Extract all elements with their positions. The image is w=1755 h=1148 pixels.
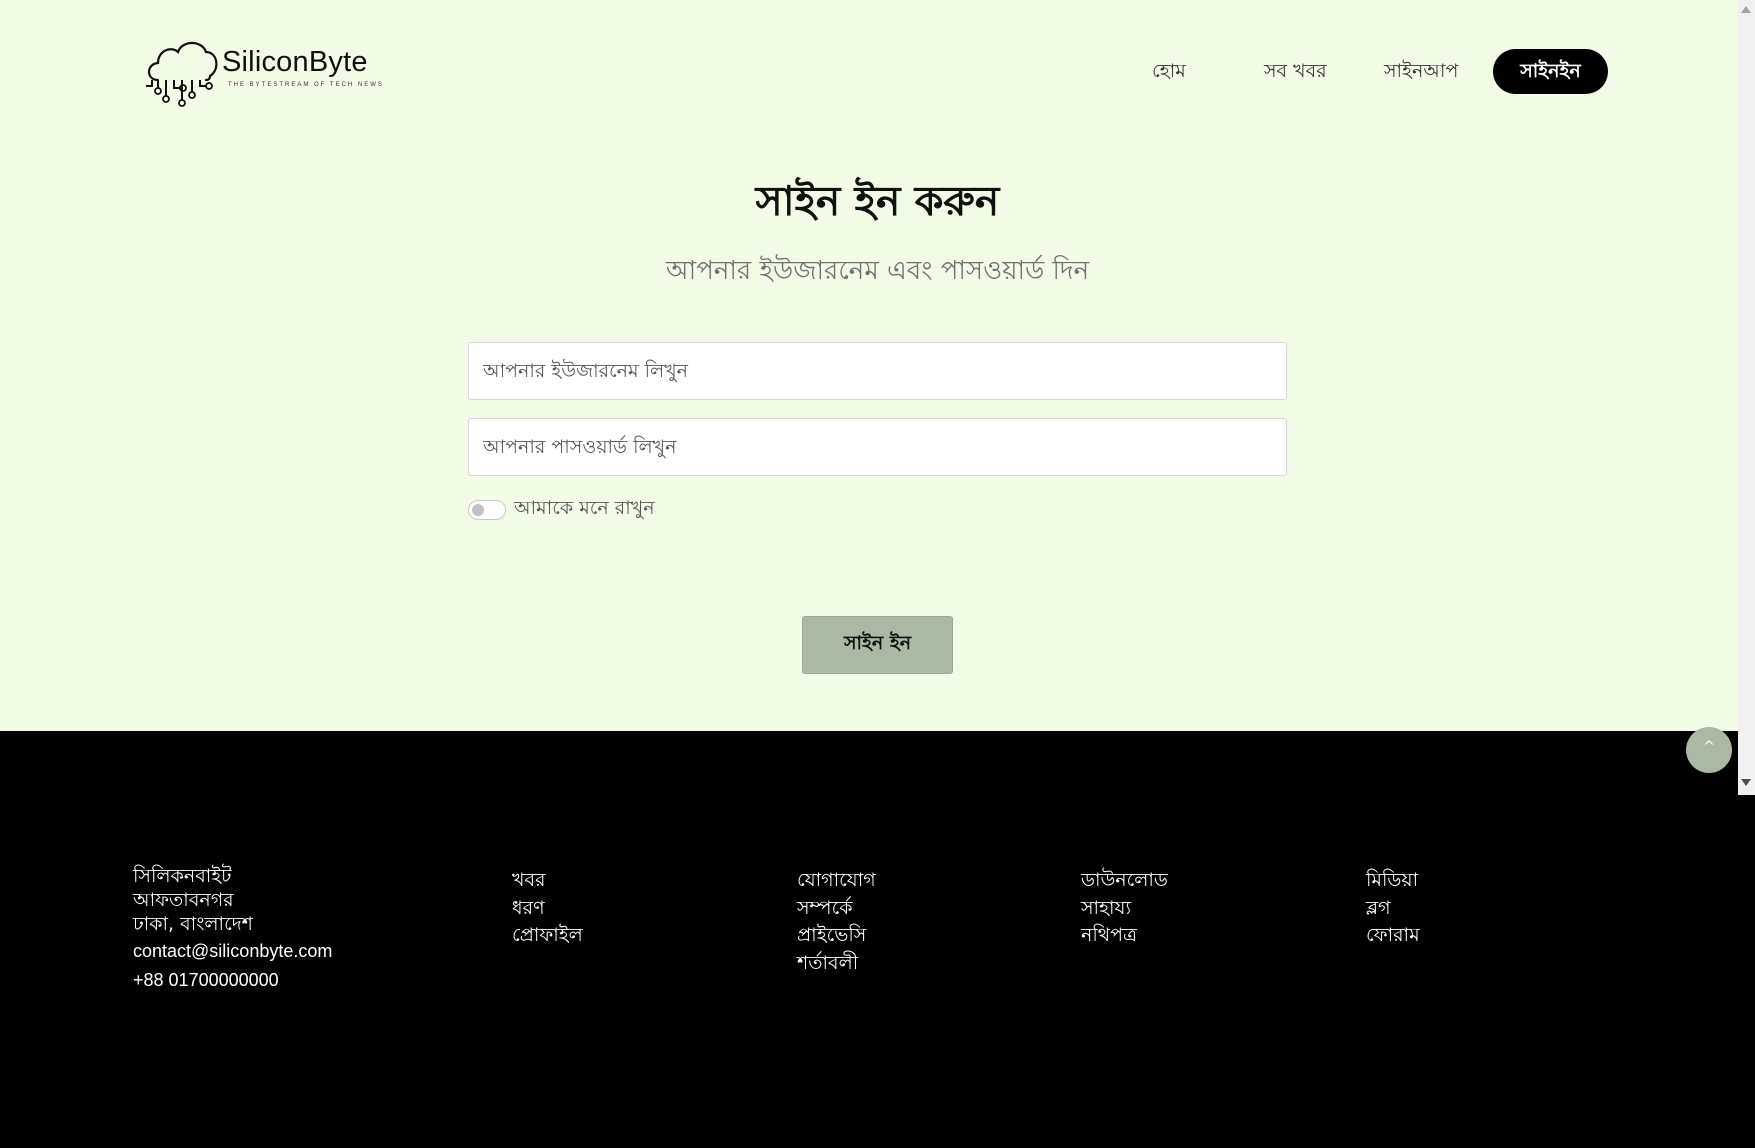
footer-link-help[interactable]: সাহায্য bbox=[1081, 895, 1168, 923]
site-footer: সিলিকনবাইট আফতাবনগর ঢাকা, বাংলাদেশ conta… bbox=[0, 731, 1738, 1148]
footer-link-privacy[interactable]: প্রাইভেসি bbox=[797, 922, 876, 950]
footer-link-category[interactable]: ধরণ bbox=[512, 895, 583, 923]
footer-company-info: সিলিকনবাইট আফতাবনগর ঢাকা, বাংলাদেশ conta… bbox=[133, 864, 332, 994]
page: SiliconByte THE BYTESTREAM OF TECH NEWS … bbox=[0, 0, 1738, 1148]
username-input[interactable] bbox=[468, 342, 1287, 400]
footer-phone: +88 01700000000 bbox=[133, 970, 279, 990]
scroll-up-arrow-icon[interactable] bbox=[1741, 6, 1751, 13]
brand-name: SiliconByte bbox=[222, 46, 368, 78]
toggle-knob bbox=[472, 504, 484, 516]
nav-signin-button[interactable]: সাইনইন bbox=[1493, 49, 1608, 94]
footer-link-profile[interactable]: প্রোফাইল bbox=[512, 922, 583, 950]
remember-me-label: আমাকে মনে রাখুন bbox=[514, 497, 655, 519]
footer-link-news[interactable]: খবর bbox=[512, 867, 583, 895]
signin-submit-button[interactable]: সাইন ইন bbox=[802, 616, 953, 674]
footer-link-forum[interactable]: ফোরাম bbox=[1366, 922, 1420, 950]
cloud-circuit-icon bbox=[146, 41, 218, 107]
page-subtitle: আপনার ইউজারনেম এবং পাসওয়ার্ড দিন bbox=[665, 256, 1090, 286]
footer-link-about[interactable]: সম্পর্কে bbox=[797, 895, 876, 923]
nav-all-news[interactable]: সব খবর bbox=[1264, 49, 1327, 94]
nav-signup[interactable]: সাইনআপ bbox=[1384, 49, 1458, 94]
password-input[interactable] bbox=[468, 418, 1287, 476]
brand-tagline: THE BYTESTREAM OF TECH NEWS bbox=[228, 82, 384, 88]
footer-column-2: খবর ধরণ প্রোফাইল bbox=[512, 867, 583, 950]
nav-home[interactable]: হোম bbox=[1152, 49, 1186, 94]
footer-address-city: ঢাকা, বাংলাদেশ bbox=[133, 913, 253, 935]
footer-address-area: আফতাবনগর bbox=[133, 889, 234, 911]
footer-link-blog[interactable]: ব্লগ bbox=[1366, 895, 1420, 923]
footer-link-terms[interactable]: শর্তাবলী bbox=[797, 950, 876, 978]
footer-link-contact[interactable]: যোগাযোগ bbox=[797, 867, 876, 895]
site-logo[interactable]: SiliconByte THE BYTESTREAM OF TECH NEWS bbox=[144, 36, 384, 108]
footer-column-3: যোগাযোগ সম্পর্কে প্রাইভেসি শর্তাবলী bbox=[797, 867, 876, 977]
scrollbar-track bbox=[1738, 795, 1755, 1148]
footer-link-download[interactable]: ডাউনলোড bbox=[1081, 867, 1168, 895]
remember-me-toggle[interactable] bbox=[468, 500, 506, 520]
page-title: সাইন ইন করুন bbox=[755, 177, 1000, 225]
footer-link-media[interactable]: মিডিয়া bbox=[1366, 867, 1420, 895]
scrollbar-thumb[interactable] bbox=[1741, 18, 1752, 788]
footer-company-name: সিলিকনবাইট bbox=[133, 865, 232, 887]
footer-link-docs[interactable]: নথিপত্র bbox=[1081, 922, 1168, 950]
page-scrollbar[interactable] bbox=[1738, 0, 1755, 1148]
footer-column-4: ডাউনলোড সাহায্য নথিপত্র bbox=[1081, 867, 1168, 950]
scroll-down-arrow-icon[interactable] bbox=[1741, 779, 1751, 786]
footer-email[interactable]: contact@siliconbyte.com bbox=[133, 938, 332, 965]
footer-column-5: মিডিয়া ব্লগ ফোরাম bbox=[1366, 867, 1420, 950]
site-header: SiliconByte THE BYTESTREAM OF TECH NEWS … bbox=[0, 0, 1738, 140]
back-to-top-button[interactable]: ^ bbox=[1686, 727, 1732, 773]
